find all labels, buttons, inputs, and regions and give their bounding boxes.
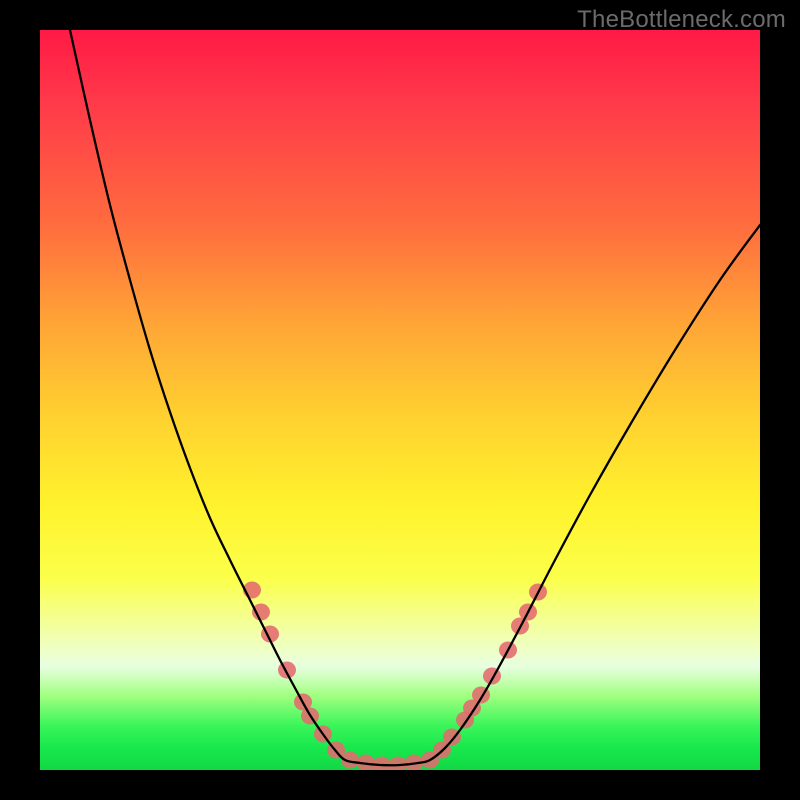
- curve-svg: [40, 30, 760, 770]
- data-marker: [389, 756, 407, 770]
- plot-area: [40, 30, 760, 770]
- data-marker: [278, 661, 296, 678]
- bottleneck-curve: [70, 30, 760, 765]
- chart-frame: TheBottleneck.com: [0, 0, 800, 800]
- data-marker: [373, 756, 391, 770]
- data-marker: [252, 603, 270, 620]
